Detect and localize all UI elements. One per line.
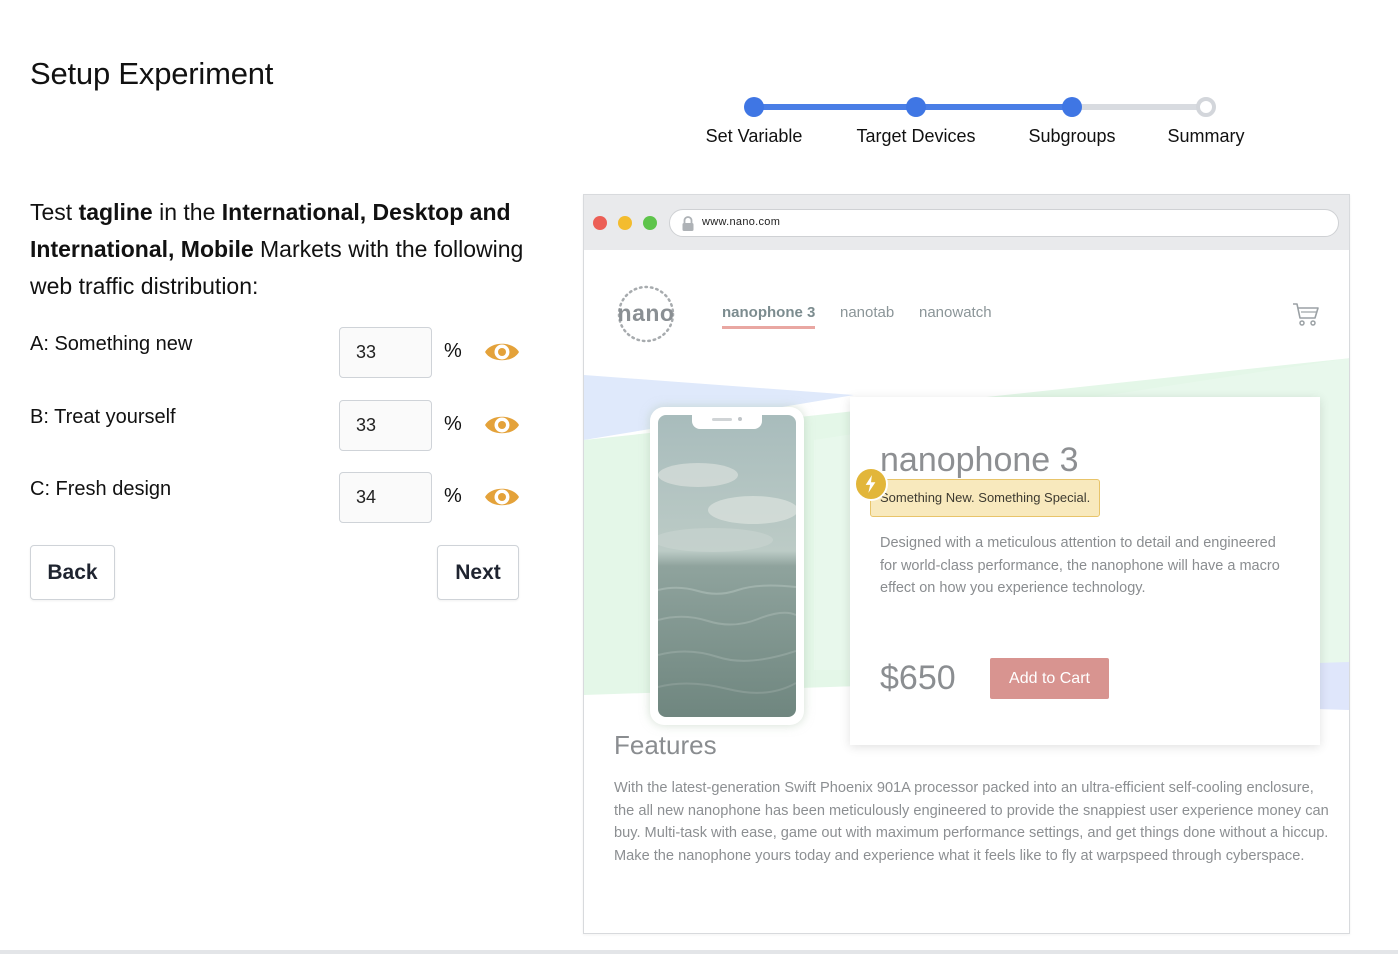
back-button[interactable]: Back <box>30 545 115 600</box>
window-zoom-dot <box>643 216 657 230</box>
logo-text: nano <box>617 300 675 326</box>
percent-sign: % <box>444 413 462 435</box>
phone-camera <box>738 417 742 421</box>
variant-label: C: Fresh design <box>30 478 172 500</box>
description-prefix: Test <box>30 199 79 225</box>
percent-sign: % <box>444 485 462 507</box>
nav-nanophone-3[interactable]: nanophone 3 <box>722 304 816 329</box>
phone-image <box>650 407 804 725</box>
percent-sign: % <box>444 340 462 362</box>
nano-logo[interactable]: nano <box>614 285 678 343</box>
next-button[interactable]: Next <box>437 545 519 600</box>
variant-a-percent-input[interactable] <box>339 327 432 378</box>
step-dot-target-devices[interactable] <box>906 97 926 117</box>
step-label-subgroups[interactable]: Subgroups <box>1028 126 1115 147</box>
phone-screen <box>658 415 796 717</box>
variant-row-a: A: Something new % <box>30 327 530 379</box>
browser-toolbar: www.nano.com <box>584 195 1349 250</box>
address-bar: www.nano.com <box>669 209 1339 237</box>
ocean-image <box>658 415 796 717</box>
cart-icon[interactable] <box>1292 301 1320 327</box>
nav-nanowatch[interactable]: nanowatch <box>919 304 992 321</box>
variant-label: B: Treat yourself <box>30 406 176 428</box>
add-to-cart-button[interactable]: Add to Cart <box>990 658 1109 699</box>
variant-c-percent-input[interactable] <box>339 472 432 523</box>
site-content: nano nanophone 3 nanotab nanowatch nanop… <box>584 250 1349 933</box>
eye-icon[interactable] <box>484 484 520 510</box>
nav-nanotab[interactable]: nanotab <box>840 304 894 321</box>
progress-stepper: Set Variable Target Devices Subgroups Su… <box>700 96 1260 156</box>
step-dot-set-variable[interactable] <box>744 97 764 117</box>
step-dot-summary[interactable] <box>1196 97 1216 117</box>
variant-b-percent-input[interactable] <box>339 400 432 451</box>
product-price: $650 <box>880 659 956 697</box>
website-preview: www.nano.com nano nanophone 3 nanotab na… <box>583 194 1350 934</box>
description-middle: in the <box>152 199 222 225</box>
eye-icon[interactable] <box>484 412 520 438</box>
url-text: www.nano.com <box>702 216 781 228</box>
variant-label: A: Something new <box>30 333 193 355</box>
step-label-target-devices[interactable]: Target Devices <box>856 126 975 147</box>
step-dot-subgroups[interactable] <box>1062 97 1082 117</box>
variant-row-b: B: Treat yourself % <box>30 400 530 452</box>
experiment-description: Test tagline in the International, Deskt… <box>30 194 530 305</box>
window-minimize-dot <box>618 216 632 230</box>
stepper-track-remaining <box>1072 104 1206 110</box>
lock-icon <box>682 216 694 231</box>
window-close-dot <box>593 216 607 230</box>
lightning-bolt-icon <box>854 467 888 501</box>
step-label-set-variable[interactable]: Set Variable <box>706 126 803 147</box>
phone-speaker <box>712 418 732 421</box>
product-description: Designed with a meticulous attention to … <box>880 535 1280 596</box>
tagline-highlight[interactable]: Something New. Something Special. <box>870 479 1101 517</box>
page-title: Setup Experiment <box>30 56 274 91</box>
step-label-summary[interactable]: Summary <box>1167 126 1244 147</box>
product-card: nanophone 3 Something New. Something Spe… <box>850 397 1320 745</box>
bottom-divider <box>0 950 1398 954</box>
description-variable: tagline <box>78 199 153 225</box>
features-text: With the latest-generation Swift Phoenix… <box>614 780 1329 864</box>
eye-icon[interactable] <box>484 339 520 365</box>
variant-row-c: C: Fresh design % <box>30 472 530 524</box>
phone-notch <box>692 415 762 429</box>
product-name: nanophone 3 <box>880 441 1079 479</box>
features-title: Features <box>614 730 717 760</box>
